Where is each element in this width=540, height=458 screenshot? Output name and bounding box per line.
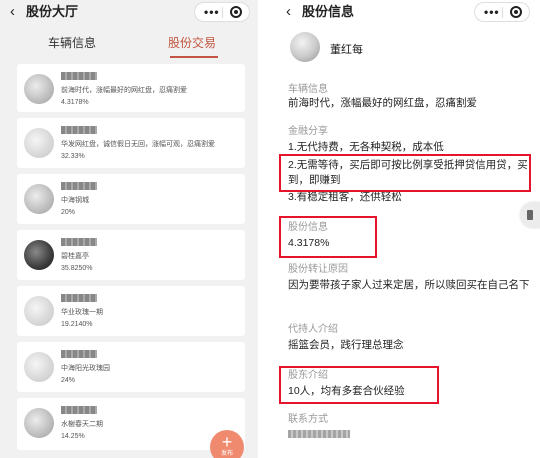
seller-name-blurred (61, 294, 97, 302)
plus-icon: + (221, 432, 233, 452)
listing-percentage: 35.8250% (61, 265, 93, 272)
username: 董红每 (330, 44, 363, 56)
tab-vehicle-info[interactable]: 车辆信息 (48, 36, 96, 50)
listing-percentage: 24% (61, 377, 76, 384)
seller-name-blurred (61, 406, 97, 414)
listing-description: 前海时代，涨幅最好的网红盘，忍痛割爱 (61, 87, 187, 94)
seller-name-blurred (61, 182, 97, 190)
finance-share-line-3: 3.有稳定租客，还供轻松 (288, 191, 402, 203)
transfer-reason-value: 因为要带孩子家人过来定居，所以赎回买在自己名下 (288, 279, 530, 291)
listing-card[interactable]: 中海钢城 20% (17, 174, 245, 224)
listing-description: 中海钢城 (61, 197, 89, 204)
avatar (24, 240, 54, 270)
publish-label: 发布 (220, 451, 233, 457)
contact-value-blurred (288, 430, 350, 438)
nav-bar: ‹ 股份大厅 ••• (0, 0, 258, 26)
seller-name-blurred (61, 126, 97, 134)
avatar (24, 296, 54, 326)
page-title: 股份信息 (302, 4, 355, 19)
finance-share-line-1: 1.无代持费，无各种契税，成本低 (288, 141, 444, 153)
capsule-divider (502, 7, 503, 18)
tab-share-trading[interactable]: 股份交易 (168, 36, 216, 50)
share-hall-screen: ‹ 股份大厅 ••• 车辆信息 股份交易 前海时代，涨幅最好的网红盘，忍痛割爱 … (0, 0, 258, 458)
active-tab-indicator (170, 56, 218, 58)
listing-percentage: 19.2140% (61, 321, 93, 328)
listing-card[interactable]: 华发网红盘，诚信假日无回，涨幅可观，忍痛割爱 32.33% (17, 118, 245, 168)
highlight-box-shareholder (279, 366, 439, 404)
agent-intro-label: 代持人介绍 (288, 324, 338, 335)
finance-share-label: 金融分享 (288, 126, 328, 137)
vehicle-info-value: 前海时代，涨幅最好的网红盘，忍痛割爱 (288, 97, 477, 109)
listing-percentage: 14.25% (61, 433, 85, 440)
avatar (24, 74, 54, 104)
miniprogram-capsule: ••• (474, 2, 530, 22)
screenshot-divider (258, 0, 276, 458)
avatar (24, 352, 54, 382)
vehicle-info-label: 车辆信息 (288, 84, 328, 95)
avatar (24, 128, 54, 158)
listing-card[interactable]: 前海时代，涨幅最好的网红盘，忍痛割爱 4.3178% (17, 64, 245, 112)
listing-card[interactable]: 碧桂嘉亭 35.8250% (17, 230, 245, 280)
close-miniprogram-icon[interactable] (230, 6, 242, 18)
side-panel-toggle[interactable] (520, 202, 540, 228)
listing-percentage: 32.33% (61, 153, 85, 160)
seller-name-blurred (61, 72, 97, 80)
capsule-divider (222, 7, 223, 18)
listing-description: 水榭春天二期 (61, 421, 103, 428)
listing-card[interactable]: 中海阳光玫瑰园 24% (17, 342, 245, 392)
transfer-reason-label: 股份转让原因 (288, 264, 348, 275)
listing-percentage: 4.3178% (61, 99, 89, 106)
listing-description: 碧桂嘉亭 (61, 253, 89, 260)
avatar (24, 408, 54, 438)
contact-label: 联系方式 (288, 414, 328, 425)
listing-description: 华业玫瑰一期 (61, 309, 103, 316)
back-icon[interactable]: ‹ (10, 3, 15, 21)
close-miniprogram-icon[interactable] (510, 6, 522, 18)
avatar (24, 184, 54, 214)
highlight-box-share-info (279, 216, 377, 258)
back-icon[interactable]: ‹ (286, 3, 291, 21)
page-title: 股份大厅 (26, 4, 79, 19)
listing-description: 中海阳光玫瑰园 (61, 365, 110, 372)
seller-name-blurred (61, 350, 97, 358)
publish-button[interactable]: + 发布 (210, 430, 244, 458)
more-icon[interactable]: ••• (204, 5, 220, 19)
tab-bar: 车辆信息 股份交易 (0, 26, 258, 60)
listing-description: 华发网红盘，诚信假日无回，涨幅可观，忍痛割爱 (61, 141, 215, 148)
listing-percentage: 20% (61, 209, 76, 216)
highlight-box-finance (279, 154, 531, 192)
agent-intro-value: 摇篮会员，践行理总理念 (288, 339, 404, 351)
miniprogram-capsule: ••• (194, 2, 250, 22)
seller-name-blurred (61, 238, 97, 246)
nav-bar: ‹ 股份信息 ••• (276, 0, 540, 26)
more-icon[interactable]: ••• (484, 5, 500, 19)
listing-card[interactable]: 华业玫瑰一期 19.2140% (17, 286, 245, 336)
avatar (290, 32, 320, 62)
